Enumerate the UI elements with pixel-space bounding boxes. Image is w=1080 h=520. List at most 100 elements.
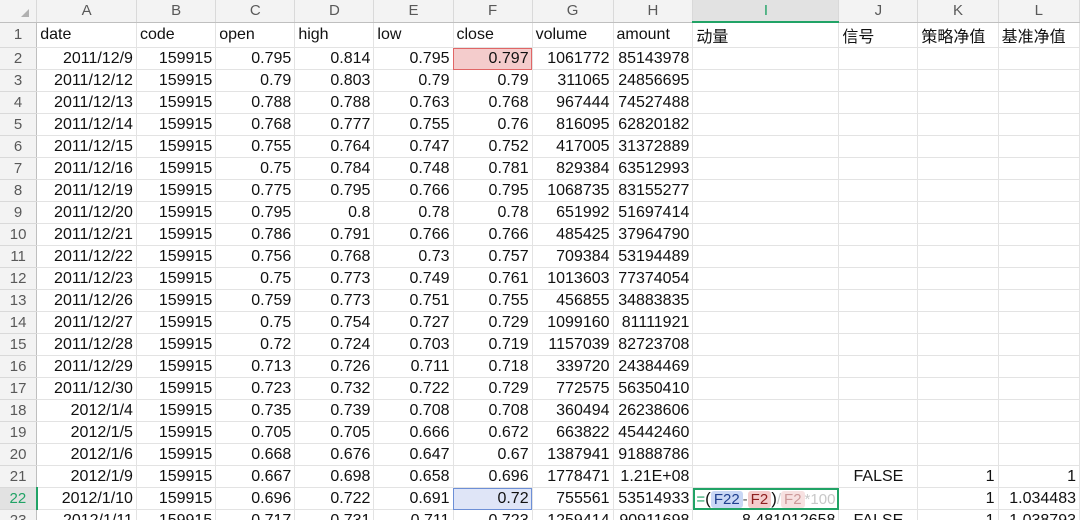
cell-e13[interactable]: 0.751 [373, 289, 454, 312]
cell-a21[interactable]: 2012/1/9 [36, 465, 137, 488]
cell-c12[interactable]: 0.75 [215, 267, 296, 290]
cell-l23[interactable]: 1.038793 [998, 509, 1080, 520]
cell-a2[interactable]: 2011/12/9 [36, 47, 137, 70]
cell-c16[interactable]: 0.713 [215, 355, 296, 378]
cell-j21[interactable]: FALSE [838, 465, 919, 488]
cell-f2[interactable]: 0.797 [453, 47, 533, 70]
cell-b19[interactable]: 159915 [136, 421, 217, 444]
cell-a15[interactable]: 2011/12/28 [36, 333, 137, 356]
cell-a17[interactable]: 2011/12/30 [36, 377, 137, 400]
cell-g10[interactable]: 485425 [532, 223, 614, 246]
cell-i20[interactable] [692, 443, 840, 466]
cell-i11[interactable] [692, 245, 840, 268]
cell-c9[interactable]: 0.795 [215, 201, 296, 224]
column-header-d[interactable]: D [294, 0, 375, 23]
cell-f15[interactable]: 0.719 [453, 333, 533, 356]
cell-i3[interactable] [692, 69, 840, 92]
cell-g3[interactable]: 311065 [532, 69, 614, 92]
row-header-20[interactable]: 20 [0, 443, 38, 466]
cell-k5[interactable] [917, 113, 999, 136]
cell-f14[interactable]: 0.729 [453, 311, 533, 334]
cell-i9[interactable] [692, 201, 840, 224]
cell-i2[interactable] [692, 47, 840, 70]
cell-i17[interactable] [692, 377, 840, 400]
cell-e14[interactable]: 0.727 [373, 311, 454, 334]
cell-d6[interactable]: 0.764 [294, 135, 375, 158]
row-header-15[interactable]: 15 [0, 333, 38, 356]
cell-h19[interactable]: 45442460 [613, 421, 694, 444]
cell-c5[interactable]: 0.768 [215, 113, 296, 136]
cell-c15[interactable]: 0.72 [215, 333, 296, 356]
cell-h6[interactable]: 31372889 [613, 135, 694, 158]
column-header-k[interactable]: K [917, 0, 999, 23]
cell-d12[interactable]: 0.773 [294, 267, 375, 290]
cell-i6[interactable] [692, 135, 840, 158]
cell-a10[interactable]: 2011/12/21 [36, 223, 137, 246]
cell-f5[interactable]: 0.76 [453, 113, 533, 136]
cell-k16[interactable] [917, 355, 999, 378]
cell-b15[interactable]: 159915 [136, 333, 217, 356]
row-header-17[interactable]: 17 [0, 377, 38, 400]
cell-g17[interactable]: 772575 [532, 377, 614, 400]
cell-j6[interactable] [838, 135, 919, 158]
cell-e22[interactable]: 0.691 [373, 487, 454, 510]
cell-h2[interactable]: 85143978 [613, 47, 694, 70]
cell-f7[interactable]: 0.781 [453, 157, 533, 180]
column-header-a[interactable]: A [36, 0, 137, 23]
cell-e8[interactable]: 0.766 [373, 179, 454, 202]
cell-f9[interactable]: 0.78 [453, 201, 533, 224]
cell-d14[interactable]: 0.754 [294, 311, 375, 334]
cell-l7[interactable] [998, 157, 1080, 180]
cell-f16[interactable]: 0.718 [453, 355, 533, 378]
column-header-l[interactable]: L [998, 0, 1080, 23]
cell-d22[interactable]: 0.722 [294, 487, 375, 510]
cell-c14[interactable]: 0.75 [215, 311, 296, 334]
cell-j22[interactable] [838, 487, 919, 510]
cell-g20[interactable]: 1387941 [532, 443, 614, 466]
row-header-5[interactable]: 5 [0, 113, 38, 136]
cell-k7[interactable] [917, 157, 999, 180]
cell-i1[interactable]: 动量 [692, 22, 840, 48]
formula-ref-f2[interactable]: F2 [747, 490, 772, 508]
cell-g2[interactable]: 1061772 [532, 47, 614, 70]
cell-c10[interactable]: 0.786 [215, 223, 296, 246]
column-header-b[interactable]: B [136, 0, 217, 23]
cell-a23[interactable]: 2012/1/11 [36, 509, 137, 520]
cell-e21[interactable]: 0.658 [373, 465, 454, 488]
cell-h11[interactable]: 53194489 [613, 245, 694, 268]
cell-j19[interactable] [838, 421, 919, 444]
cell-e11[interactable]: 0.73 [373, 245, 454, 268]
cell-k12[interactable] [917, 267, 999, 290]
row-header-1[interactable]: 1 [0, 22, 38, 48]
cell-h21[interactable]: 1.21E+08 [613, 465, 694, 488]
cell-j3[interactable] [838, 69, 919, 92]
cell-l6[interactable] [998, 135, 1080, 158]
cell-f1[interactable]: close [453, 22, 533, 48]
cell-k10[interactable] [917, 223, 999, 246]
cell-b17[interactable]: 159915 [136, 377, 217, 400]
cell-a20[interactable]: 2012/1/6 [36, 443, 137, 466]
cell-l2[interactable] [998, 47, 1080, 70]
cell-g21[interactable]: 1778471 [532, 465, 614, 488]
cell-j8[interactable] [838, 179, 919, 202]
cell-f6[interactable]: 0.752 [453, 135, 533, 158]
cell-c13[interactable]: 0.759 [215, 289, 296, 312]
cell-g19[interactable]: 663822 [532, 421, 614, 444]
column-header-g[interactable]: G [532, 0, 614, 23]
cell-i21[interactable] [692, 465, 840, 488]
cell-b12[interactable]: 159915 [136, 267, 217, 290]
cell-c8[interactable]: 0.775 [215, 179, 296, 202]
cell-l17[interactable] [998, 377, 1080, 400]
cell-h12[interactable]: 77374054 [613, 267, 694, 290]
row-header-12[interactable]: 12 [0, 267, 38, 290]
cell-e6[interactable]: 0.747 [373, 135, 454, 158]
cell-d5[interactable]: 0.777 [294, 113, 375, 136]
cell-f18[interactable]: 0.708 [453, 399, 533, 422]
cell-a13[interactable]: 2011/12/26 [36, 289, 137, 312]
cell-j15[interactable] [838, 333, 919, 356]
column-header-i[interactable]: I [692, 0, 840, 23]
cell-j16[interactable] [838, 355, 919, 378]
cell-a1[interactable]: date [36, 22, 137, 48]
cell-i5[interactable] [692, 113, 840, 136]
cell-l15[interactable] [998, 333, 1080, 356]
